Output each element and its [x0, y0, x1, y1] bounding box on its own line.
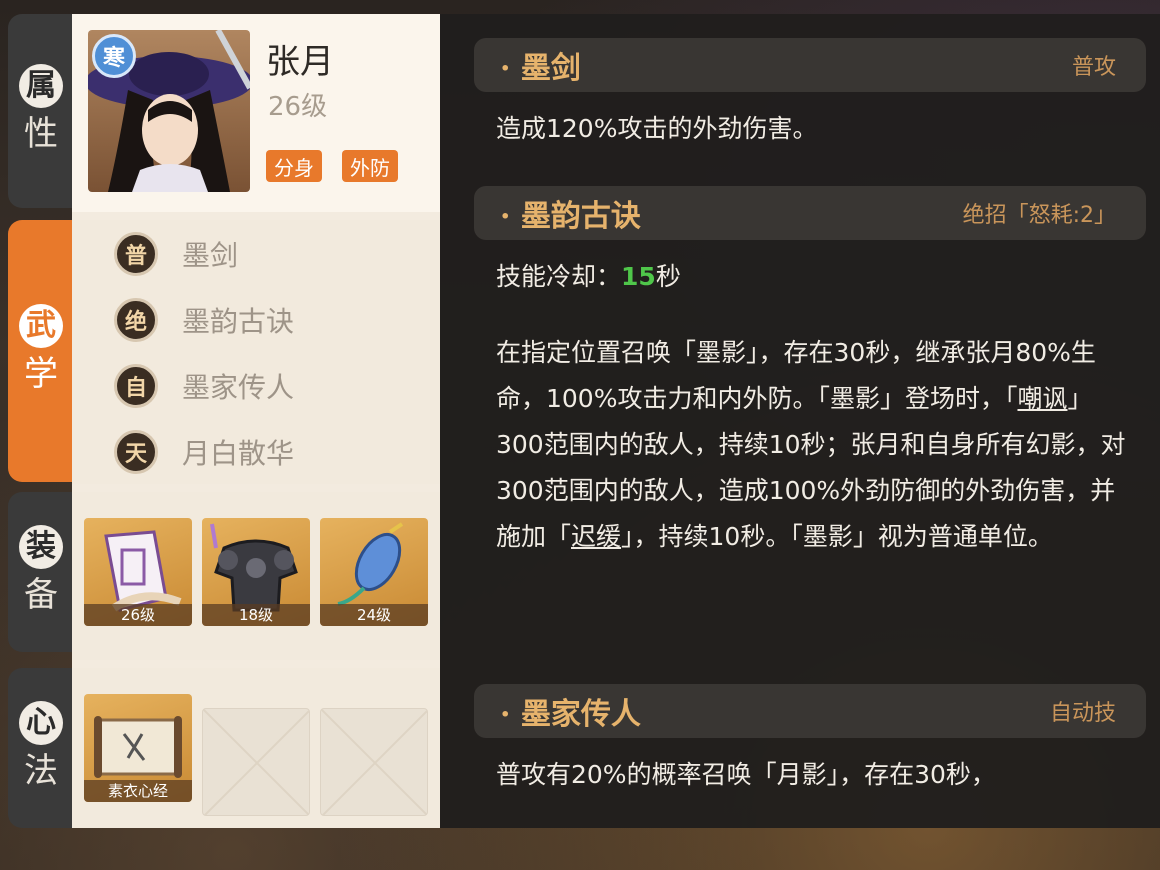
skill-item-label: 墨剑	[182, 239, 239, 272]
basic-attack-icon: 普	[114, 232, 158, 276]
equipment-slot-scroll[interactable]: 26级	[84, 518, 192, 626]
innate-skill-icon: 天	[114, 430, 158, 474]
tab-martial-arts-char2: 学	[24, 354, 58, 395]
tab-attributes[interactable]: 属 性	[8, 14, 74, 208]
skill-desc-ultimate: 在指定位置召唤「墨影」，存在30秒，继承张月80%生命，100%攻击力和内外防。…	[496, 330, 1136, 560]
tag-outer-defense: 外防	[342, 150, 398, 182]
equipment-level: 24级	[320, 604, 428, 626]
skill-type: 绝招「怒耗:2」	[962, 203, 1116, 228]
skill-title-text: 墨韵古诀	[520, 199, 641, 234]
skill-details-panel[interactable]: · 墨剑 普攻 造成120%攻击的外劲伤害。 · 墨韵古诀 绝招「怒耗:2」 技…	[440, 14, 1160, 828]
equipment-level: 26级	[84, 604, 192, 626]
equipment-slots: 26级 18级 24级	[72, 492, 440, 660]
skill-title-text: 墨家传人	[520, 697, 641, 732]
skill-title: · 墨韵古诀	[500, 199, 641, 234]
side-tabs: 属 性 武 学 装 备 心 法	[8, 14, 74, 828]
skill-item-basic[interactable]: 普 墨剑	[114, 232, 238, 276]
keyword-slow-link[interactable]: 迟缓	[571, 522, 621, 551]
skill-header-ultimate: · 墨韵古诀 绝招「怒耗:2」	[474, 186, 1146, 240]
desc-part: 」，持续10秒。「墨影」视为普通单位。	[621, 522, 1053, 551]
skill-title: · 墨家传人	[500, 697, 641, 732]
keyword-taunt-link[interactable]: 嘲讽	[1017, 384, 1067, 413]
skill-item-innate[interactable]: 天 月白散华	[114, 430, 294, 474]
empty-slot-icon	[321, 709, 427, 815]
cooldown-unit: 秒	[655, 262, 681, 291]
skill-item-label: 月白散华	[182, 437, 295, 470]
heart-method-slots: 素衣心经	[72, 668, 440, 828]
cooldown-value: 15	[621, 262, 656, 291]
skill-desc-auto: 普攻有20%的概率召唤「月影」，存在30秒，	[496, 760, 996, 789]
tab-martial-arts-char1: 武	[19, 304, 63, 349]
skill-item-auto[interactable]: 自 墨家传人	[114, 364, 294, 408]
skill-type: 自动技	[1049, 701, 1116, 726]
desc-part: 在指定位置召唤「墨影」，存在30秒，继承张月80%生命，100%攻击力和内外防。…	[496, 338, 1096, 413]
hero-level: 26级	[268, 92, 328, 122]
equipment-slot-armor[interactable]: 18级	[202, 518, 310, 626]
skill-desc-basic: 造成120%攻击的外劲伤害。	[496, 114, 818, 143]
skill-item-label: 墨家传人	[182, 371, 295, 404]
heart-slot-empty-2[interactable]	[202, 708, 310, 816]
tab-heart-method-char1: 心	[19, 701, 63, 746]
hero-panel: 寒 张月 26级 分身 外防 普 墨剑 绝 墨韵古诀 自 墨家传人 天 月白散华…	[72, 14, 440, 828]
skill-cooldown: 技能冷却：15秒	[496, 254, 1136, 300]
auto-skill-icon: 自	[114, 364, 158, 408]
skill-list: 普 墨剑 绝 墨韵古诀 自 墨家传人 天 月白散华	[72, 220, 440, 484]
skill-header-basic: · 墨剑 普攻	[474, 38, 1146, 92]
skill-item-label: 墨韵古诀	[182, 305, 295, 338]
tab-equipment[interactable]: 装 备	[8, 492, 74, 652]
skill-title-text: 墨剑	[520, 51, 581, 86]
hero-name: 张月	[266, 42, 334, 82]
tab-attributes-char2: 性	[24, 114, 58, 155]
heart-slot-1[interactable]: 素衣心经	[84, 694, 192, 802]
tab-martial-arts[interactable]: 武 学	[8, 220, 74, 482]
element-badge: 寒	[92, 34, 136, 78]
tab-equipment-char1: 装	[19, 525, 63, 570]
heart-slot-empty-3[interactable]	[320, 708, 428, 816]
skill-header-auto: · 墨家传人 自动技	[474, 684, 1146, 738]
tab-attributes-char1: 属	[19, 64, 63, 109]
tab-heart-method-char2: 法	[24, 751, 58, 792]
equipment-slot-pouch[interactable]: 24级	[320, 518, 428, 626]
empty-slot-icon	[203, 709, 309, 815]
tab-heart-method[interactable]: 心 法	[8, 668, 74, 828]
skill-type: 普攻	[1071, 55, 1116, 80]
skill-item-ultimate[interactable]: 绝 墨韵古诀	[114, 298, 294, 342]
ultimate-icon: 绝	[114, 298, 158, 342]
equipment-level: 18级	[202, 604, 310, 626]
skill-title: · 墨剑	[500, 51, 581, 86]
tab-equipment-char2: 备	[24, 575, 58, 616]
cooldown-label: 技能冷却：	[496, 262, 622, 291]
tag-clone: 分身	[266, 150, 322, 182]
hero-portrait[interactable]: 寒	[88, 30, 250, 192]
heart-method-name: 素衣心经	[84, 780, 192, 802]
hero-info: 寒 张月 26级 分身 外防	[72, 14, 440, 212]
